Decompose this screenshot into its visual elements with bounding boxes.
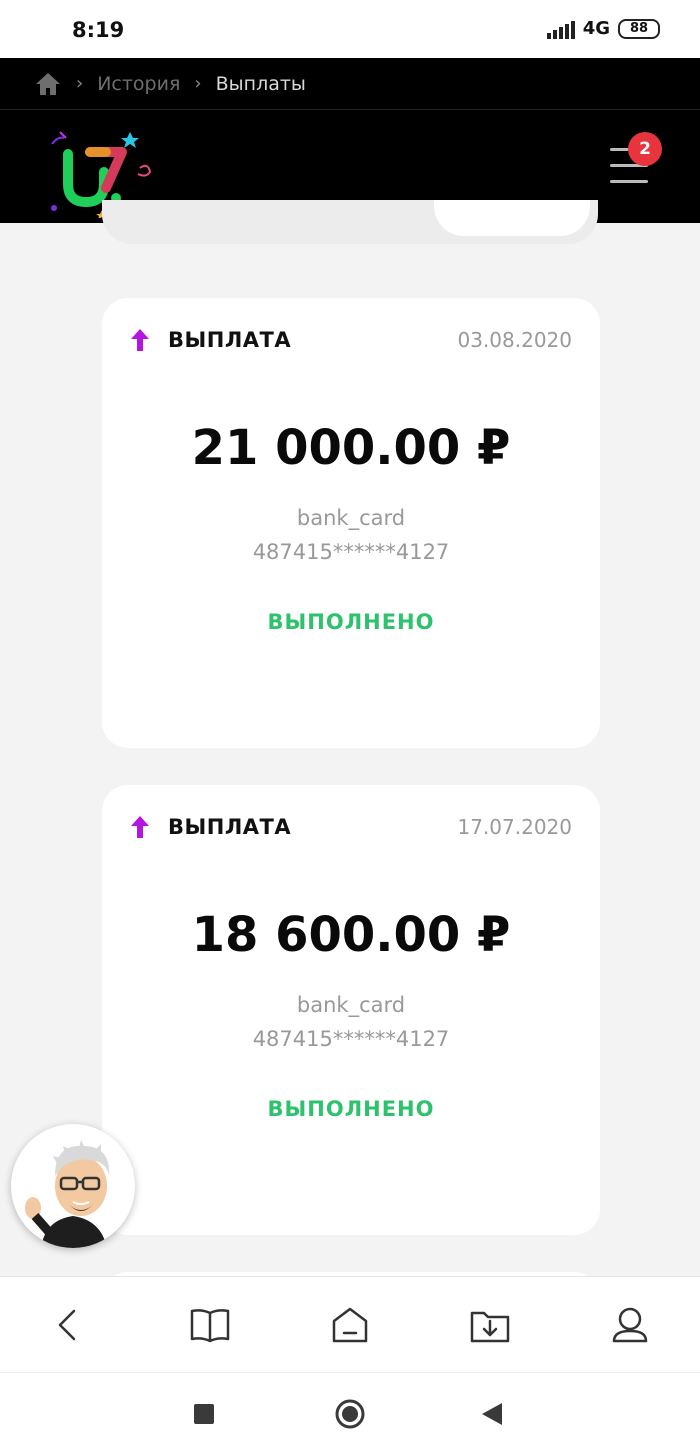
breadcrumb-separator: › <box>194 73 202 94</box>
payout-type: ВЫПЛАТА <box>168 815 292 839</box>
payout-card-header: ВЫПЛАТА <box>130 815 291 839</box>
back-button-icon[interactable] <box>480 1402 504 1426</box>
payout-date: 03.08.2020 <box>457 328 572 352</box>
payout-amount: 18 600.00 ₽ <box>191 907 511 963</box>
avatar-image <box>25 1140 110 1248</box>
breadcrumb-history[interactable]: История <box>97 73 180 95</box>
status-indicators: 4G 88 <box>546 18 660 39</box>
payout-date: 17.07.2020 <box>457 815 572 839</box>
network-type: 4G <box>582 18 610 39</box>
home-icon[interactable] <box>34 71 62 97</box>
payout-method: bank_card <box>296 993 406 1017</box>
home-tab-icon[interactable] <box>328 1303 372 1347</box>
arrow-up-icon <box>131 816 149 838</box>
downloads-icon[interactable] <box>468 1303 512 1347</box>
back-icon[interactable] <box>46 1303 90 1347</box>
payout-card-header: ВЫПЛАТА <box>130 328 291 352</box>
payout-method: bank_card <box>296 506 406 530</box>
breadcrumb: › История › Выплаты <box>0 58 700 110</box>
payout-card: ВЫПЛАТА 03.08.2020 21 000.00 ₽ bank_card… <box>102 298 600 748</box>
support-avatar[interactable] <box>11 1124 135 1248</box>
arrow-up-icon <box>131 329 149 351</box>
recent-apps-icon[interactable] <box>192 1402 216 1426</box>
payout-account: 487415******4127 <box>252 1027 450 1051</box>
payout-card: ВЫПЛАТА 17.07.2020 18 600.00 ₽ bank_card… <box>102 785 600 1235</box>
status-time: 8:19 <box>72 18 125 42</box>
breadcrumb-payouts: Выплаты <box>215 72 306 95</box>
profile-icon[interactable] <box>608 1303 652 1347</box>
payout-status: ВЫПОЛНЕНО <box>267 1097 435 1121</box>
home-button-icon[interactable] <box>334 1398 366 1430</box>
notification-badge: 2 <box>628 132 662 166</box>
payout-amount: 21 000.00 ₽ <box>191 420 511 476</box>
status-bar: 8:19 4G 88 <box>0 0 700 58</box>
system-navigation <box>0 1372 700 1455</box>
battery-level: 88 <box>629 21 649 36</box>
breadcrumb-separator: › <box>76 73 84 94</box>
signal-icon <box>546 19 575 39</box>
bookmarks-icon[interactable] <box>188 1303 232 1347</box>
partial-button-top[interactable] <box>434 200 590 236</box>
battery-icon: 88 <box>618 18 660 39</box>
payout-account: 487415******4127 <box>252 540 450 564</box>
browser-toolbar <box>0 1276 700 1372</box>
payout-status: ВЫПОЛНЕНО <box>267 610 435 634</box>
payout-type: ВЫПЛАТА <box>168 328 292 352</box>
